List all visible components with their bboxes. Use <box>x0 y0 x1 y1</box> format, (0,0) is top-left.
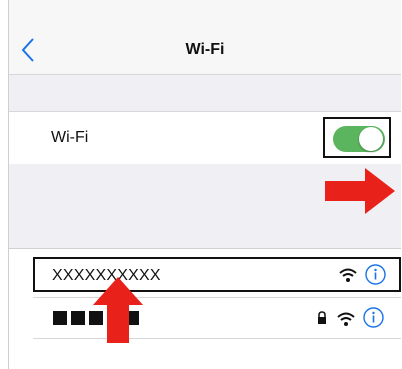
wifi-label: Wi-Fi <box>51 129 89 146</box>
network-item-secured[interactable] <box>33 297 401 339</box>
toggle-knob <box>359 127 383 151</box>
navigation-bar: Wi-Fi <box>9 0 401 75</box>
group-spacer <box>9 75 401 111</box>
toggle-highlight-frame <box>323 117 391 158</box>
info-icon[interactable] <box>363 307 384 328</box>
wifi-toggle-row: Wi-Fi <box>9 111 401 165</box>
page-title: Wi-Fi <box>185 41 225 58</box>
wifi-icon <box>339 268 357 282</box>
wifi-icon <box>337 312 355 326</box>
arrow-right-annotation-icon <box>325 168 395 214</box>
wifi-toggle-switch[interactable] <box>333 126 385 152</box>
settings-screen: Wi-Fi Wi-Fi XXXXXXXXXX <box>8 0 401 369</box>
info-icon[interactable] <box>365 264 386 285</box>
arrow-up-annotation-icon <box>93 277 143 343</box>
lock-icon <box>318 311 326 324</box>
network-list: XXXXXXXXXX <box>9 249 401 369</box>
network-item-selected[interactable]: XXXXXXXXXX <box>33 257 401 292</box>
